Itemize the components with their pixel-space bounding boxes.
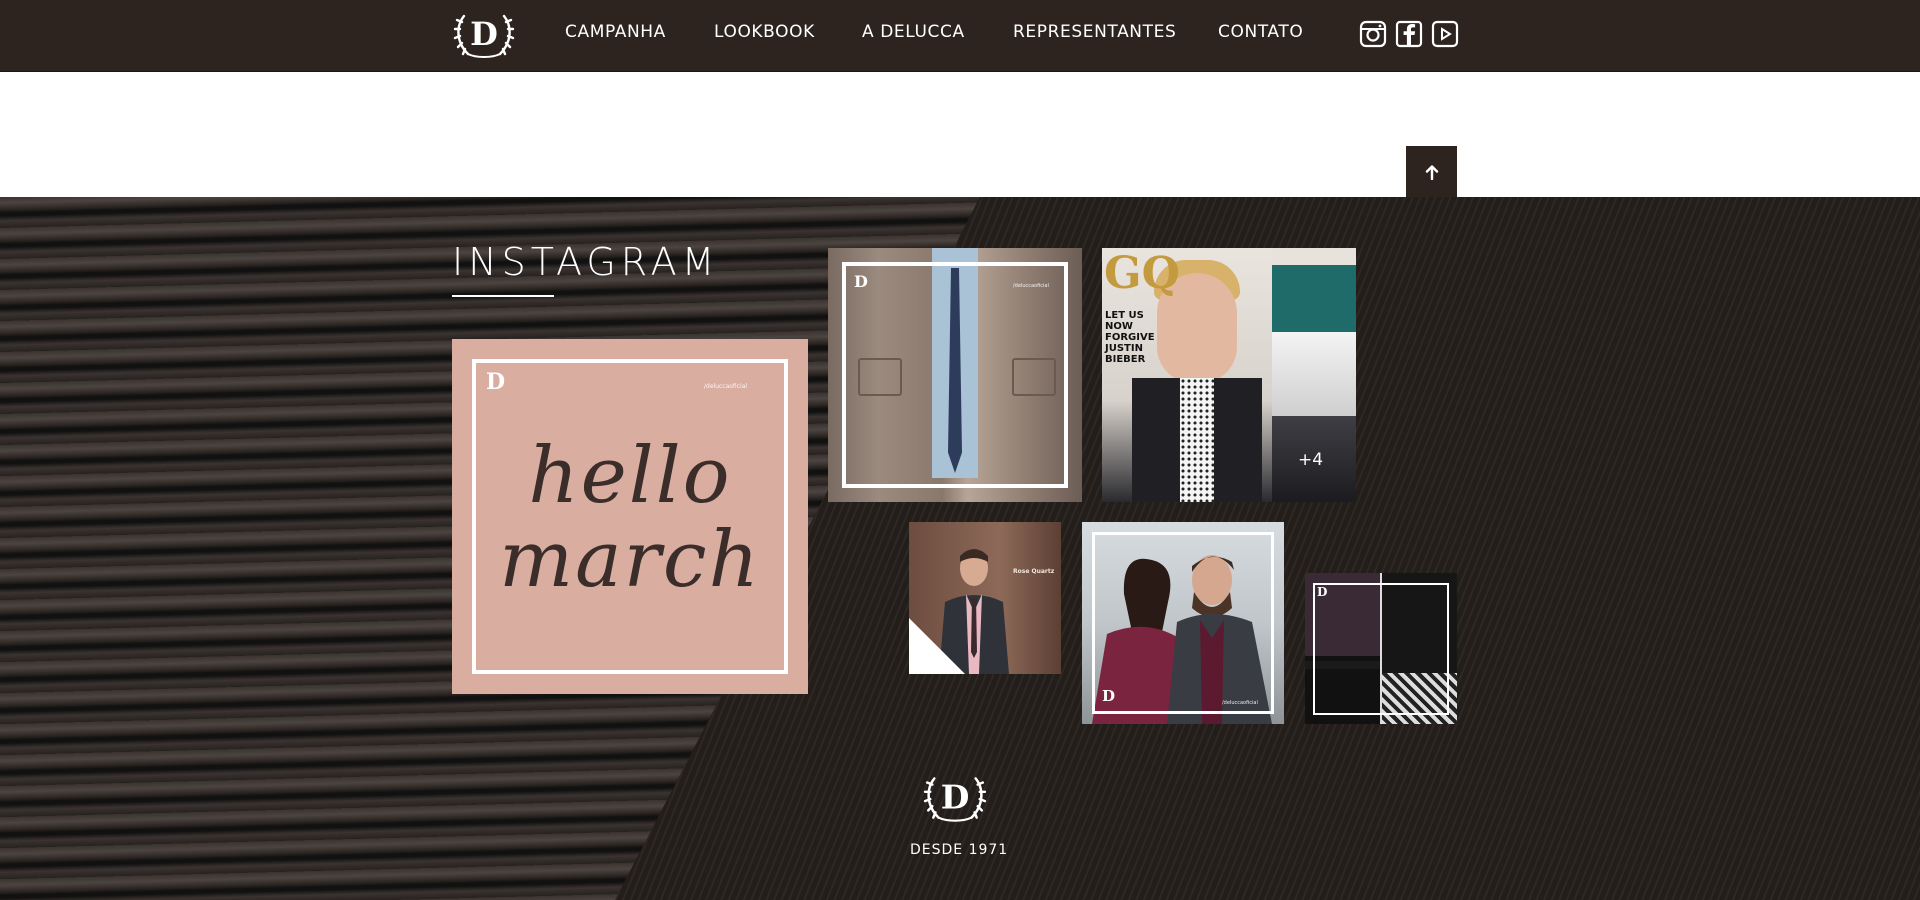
gq-masthead: GQ: [1104, 248, 1180, 299]
post-handle: /deluccaoficial: [704, 383, 748, 390]
instagram-post-couple[interactable]: D /deluccaoficial: [1082, 522, 1284, 724]
post-text-line-2: march: [499, 515, 761, 605]
delucca-logo[interactable]: D: [452, 8, 516, 62]
headline-line: FORGIVE: [1105, 332, 1155, 343]
headline-line: JUSTIN: [1105, 343, 1143, 354]
title-underline: [452, 295, 554, 297]
facebook-icon[interactable]: [1395, 20, 1423, 48]
logo-letter: D: [470, 15, 498, 53]
headline-line: NOW: [1105, 321, 1133, 332]
post-text-line-1: hello: [528, 431, 732, 521]
post-handle: /deluccaoficial: [1222, 700, 1258, 706]
post-handle: /deluccaoficial: [1013, 283, 1049, 289]
gq-cover: GQ LET US NOW FORGIVE JUSTIN BIEBER: [1102, 248, 1272, 502]
instagram-post-jacket-tie[interactable]: D /deluccaoficial: [828, 248, 1082, 502]
man-in-suit-graphic: [939, 549, 1009, 674]
instagram-post-gq-collage[interactable]: GQ LET US NOW FORGIVE JUSTIN BIEBER +4: [1102, 248, 1356, 502]
nav-lookbook[interactable]: LOOKBOOK: [714, 22, 815, 42]
top-navigation: D CAMPANHA LOOKBOOK A DELUCCA REPRESENTA…: [0, 0, 1920, 72]
arrow-up-icon: [1425, 164, 1438, 180]
nav-campanha[interactable]: CAMPANHA: [565, 22, 666, 42]
nav-representantes[interactable]: REPRESENTANTES: [1013, 22, 1176, 42]
desde-1971-text: DESDE 1971: [910, 842, 1009, 858]
gq-headline: LET US NOW FORGIVE JUSTIN BIEBER: [1105, 310, 1167, 365]
post-frame: [1313, 583, 1449, 715]
hello-march-text: hello march: [452, 434, 808, 602]
post-frame: [842, 262, 1068, 488]
post-caption: Rose Quartz: [1013, 568, 1055, 575]
post-logo: D: [854, 272, 868, 291]
youtube-icon[interactable]: [1431, 20, 1459, 48]
instagram-post-rose-quartz[interactable]: Rose Quartz: [909, 522, 1061, 674]
headline-line: LET US: [1105, 310, 1144, 321]
nav-contato[interactable]: CONTATO: [1218, 22, 1303, 42]
collage-tile-white: [1272, 332, 1356, 416]
instagram-post-hello-march[interactable]: D /deluccaoficial hello march: [452, 339, 808, 694]
post-logo: D: [486, 369, 506, 395]
nav-a-delucca[interactable]: A DELUCCA: [862, 22, 965, 42]
back-to-top-button[interactable]: [1406, 146, 1457, 197]
dotted-shirt-graphic: [1180, 378, 1214, 502]
post-frame: [1092, 532, 1274, 714]
post-logo: D: [1317, 585, 1328, 599]
footer-logo[interactable]: D: [922, 770, 988, 826]
post-logo: D: [1102, 687, 1116, 705]
more-count: +4: [1298, 450, 1324, 470]
instagram-post-shirts[interactable]: D: [1305, 573, 1457, 724]
instagram-icon[interactable]: [1359, 20, 1387, 48]
footer-logo-letter: D: [941, 777, 970, 816]
instagram-title: INSTAGRAM: [452, 240, 720, 284]
headline-line: BIEBER: [1105, 354, 1146, 365]
collage-tile-teal: [1272, 248, 1356, 332]
